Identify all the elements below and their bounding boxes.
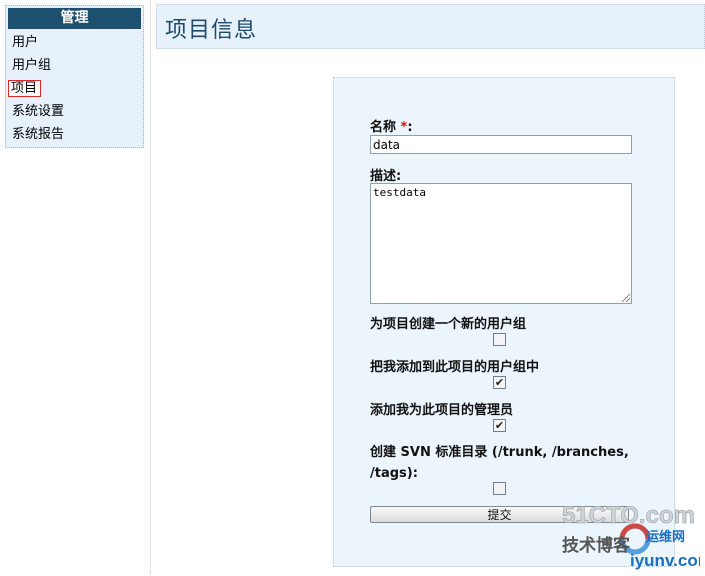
svn-structure-label-line1: 创建 SVN 标准目录 (/trunk, /branches, xyxy=(370,445,629,460)
description-textarea[interactable]: testdata xyxy=(370,183,632,304)
svn-structure-label: 创建 SVN 标准目录 (/trunk, /branches, /tags): xyxy=(370,442,660,484)
textarea-resize-handle[interactable] xyxy=(622,294,630,302)
sidebar-item-label: 系统设置 xyxy=(12,104,65,119)
name-input[interactable] xyxy=(370,135,632,154)
sidebar: 管理 用户 用户组 项目 系统设置 系统报告 xyxy=(5,5,144,148)
svn-structure-label-line2: /tags): xyxy=(370,466,418,481)
sidebar-item-projects[interactable]: 项目 xyxy=(6,77,143,100)
add-me-as-admin-checkbox[interactable]: ✔ xyxy=(493,419,506,432)
sidebar-item-label: 系统报告 xyxy=(12,127,65,142)
project-form: 名称 *: 描述: testdata 为项目创建一个新的用户组 把我添加到此项目… xyxy=(333,77,675,567)
name-label-colon: : xyxy=(407,120,413,135)
sidebar-item-label: 项目 xyxy=(8,80,42,97)
sidebar-item-label: 用户 xyxy=(12,35,39,50)
add-me-to-group-checkbox[interactable]: ✔ xyxy=(493,376,506,389)
svn-structure-checkbox[interactable] xyxy=(493,482,506,495)
name-label-text: 名称 xyxy=(370,120,397,135)
submit-button[interactable]: 提交 xyxy=(370,506,629,523)
add-me-as-admin-label: 添加我为此项目的管理员 xyxy=(370,403,514,418)
description-label: 描述: xyxy=(370,169,402,184)
column-divider xyxy=(150,0,151,574)
page-title: 项目信息 xyxy=(165,18,258,43)
name-label: 名称 *: xyxy=(370,116,413,135)
sidebar-item-label: 用户组 xyxy=(12,58,52,73)
create-group-label: 为项目创建一个新的用户组 xyxy=(370,317,527,332)
sidebar-item-system-reports[interactable]: 系统报告 xyxy=(6,123,143,146)
sidebar-item-user-groups[interactable]: 用户组 xyxy=(6,54,143,77)
sidebar-header: 管理 xyxy=(8,8,141,29)
create-group-checkbox[interactable] xyxy=(493,333,506,346)
page-header: 项目信息 xyxy=(156,4,705,49)
sidebar-item-system-settings[interactable]: 系统设置 xyxy=(6,100,143,123)
sidebar-item-users[interactable]: 用户 xyxy=(6,31,143,54)
add-me-to-group-label: 把我添加到此项目的用户组中 xyxy=(370,360,540,375)
